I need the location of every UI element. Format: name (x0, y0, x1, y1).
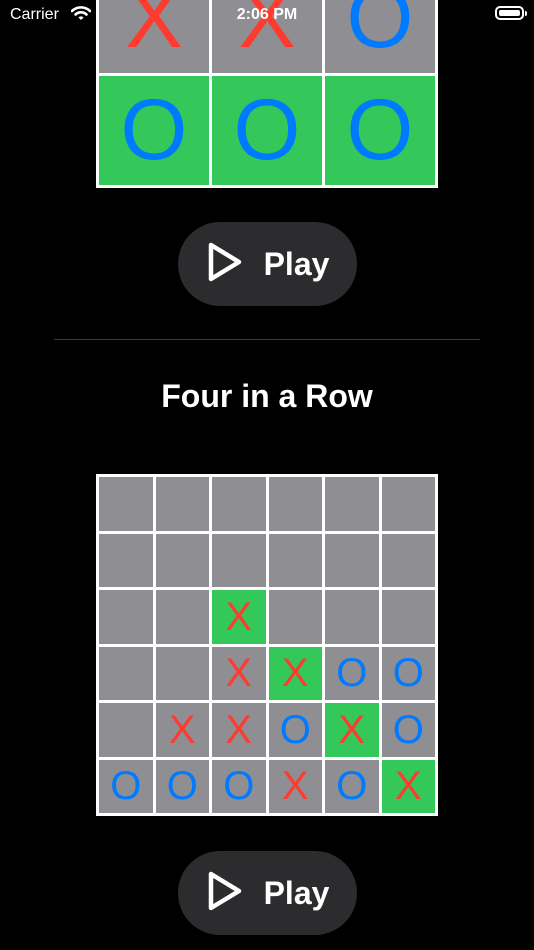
o-mark: O (336, 764, 368, 809)
board-cell[interactable] (155, 477, 209, 531)
board-cell[interactable]: X (155, 703, 209, 757)
board-cell[interactable] (99, 477, 153, 531)
o-mark: O (120, 82, 188, 179)
o-mark: O (346, 82, 414, 179)
board-cell[interactable] (325, 477, 379, 531)
board-cell[interactable] (99, 646, 153, 700)
board-cell[interactable]: O (212, 759, 266, 813)
board-cell[interactable]: O (325, 646, 379, 700)
x-mark: X (225, 707, 253, 752)
board-cell[interactable] (325, 590, 379, 644)
play-icon (206, 241, 244, 288)
board-cell[interactable] (325, 533, 379, 587)
four-in-a-row-board: XXXOOXXOXOOOOXOX (96, 474, 438, 816)
board-cell[interactable]: X (381, 759, 435, 813)
board-cell[interactable] (268, 477, 322, 531)
board-cell[interactable]: O (325, 75, 435, 185)
o-mark: O (336, 651, 368, 696)
board-cell[interactable] (212, 477, 266, 531)
x-mark: X (168, 707, 196, 752)
board-cell[interactable]: X (268, 646, 322, 700)
o-mark: O (110, 764, 142, 809)
board-cell[interactable]: O (381, 646, 435, 700)
board-cell[interactable] (155, 533, 209, 587)
x-mark: X (338, 707, 366, 752)
board-cell[interactable] (381, 590, 435, 644)
o-mark: O (279, 707, 311, 752)
board-cell[interactable]: X (212, 590, 266, 644)
board-cell[interactable]: O (268, 703, 322, 757)
x-mark: X (394, 764, 422, 809)
board-cell[interactable] (381, 533, 435, 587)
board-cell[interactable] (99, 703, 153, 757)
battery-icon (495, 6, 527, 20)
tic-tac-toe-play-button[interactable]: Play (178, 222, 357, 306)
board-cell[interactable]: O (155, 759, 209, 813)
board-cell[interactable] (99, 590, 153, 644)
board-cell[interactable] (268, 533, 322, 587)
section-divider (54, 339, 480, 340)
board-cell[interactable] (268, 590, 322, 644)
board-cell[interactable]: O (99, 75, 209, 185)
play-button-label: Play (263, 874, 330, 911)
x-mark: X (281, 764, 309, 809)
o-mark: O (392, 651, 424, 696)
board-cell[interactable] (212, 533, 266, 587)
board-cell[interactable]: X (212, 646, 266, 700)
play-icon (206, 870, 244, 917)
board-cell[interactable] (155, 646, 209, 700)
board-cell[interactable] (99, 533, 153, 587)
o-mark: O (223, 764, 255, 809)
board-cell[interactable] (155, 590, 209, 644)
board-cell[interactable]: O (212, 75, 322, 185)
board-cell[interactable]: X (268, 759, 322, 813)
x-mark: X (225, 651, 253, 696)
board-cell[interactable]: O (325, 759, 379, 813)
play-button-label: Play (263, 245, 330, 282)
x-mark: X (225, 594, 253, 639)
board-cell[interactable] (381, 477, 435, 531)
board-cell[interactable]: O (381, 703, 435, 757)
x-mark: X (281, 651, 309, 696)
four-in-a-row-title: Four in a Row (161, 378, 373, 414)
status-time: 2:06 PM (236, 6, 298, 23)
board-cell[interactable]: O (99, 759, 153, 813)
four-in-a-row-play-button[interactable]: Play (178, 851, 357, 935)
board-cell[interactable]: X (325, 703, 379, 757)
o-mark: O (233, 82, 301, 179)
board-cell[interactable]: X (212, 703, 266, 757)
o-mark: O (392, 707, 424, 752)
status-bar: Carrier 2:06 PM (0, 0, 534, 32)
o-mark: O (166, 764, 198, 809)
